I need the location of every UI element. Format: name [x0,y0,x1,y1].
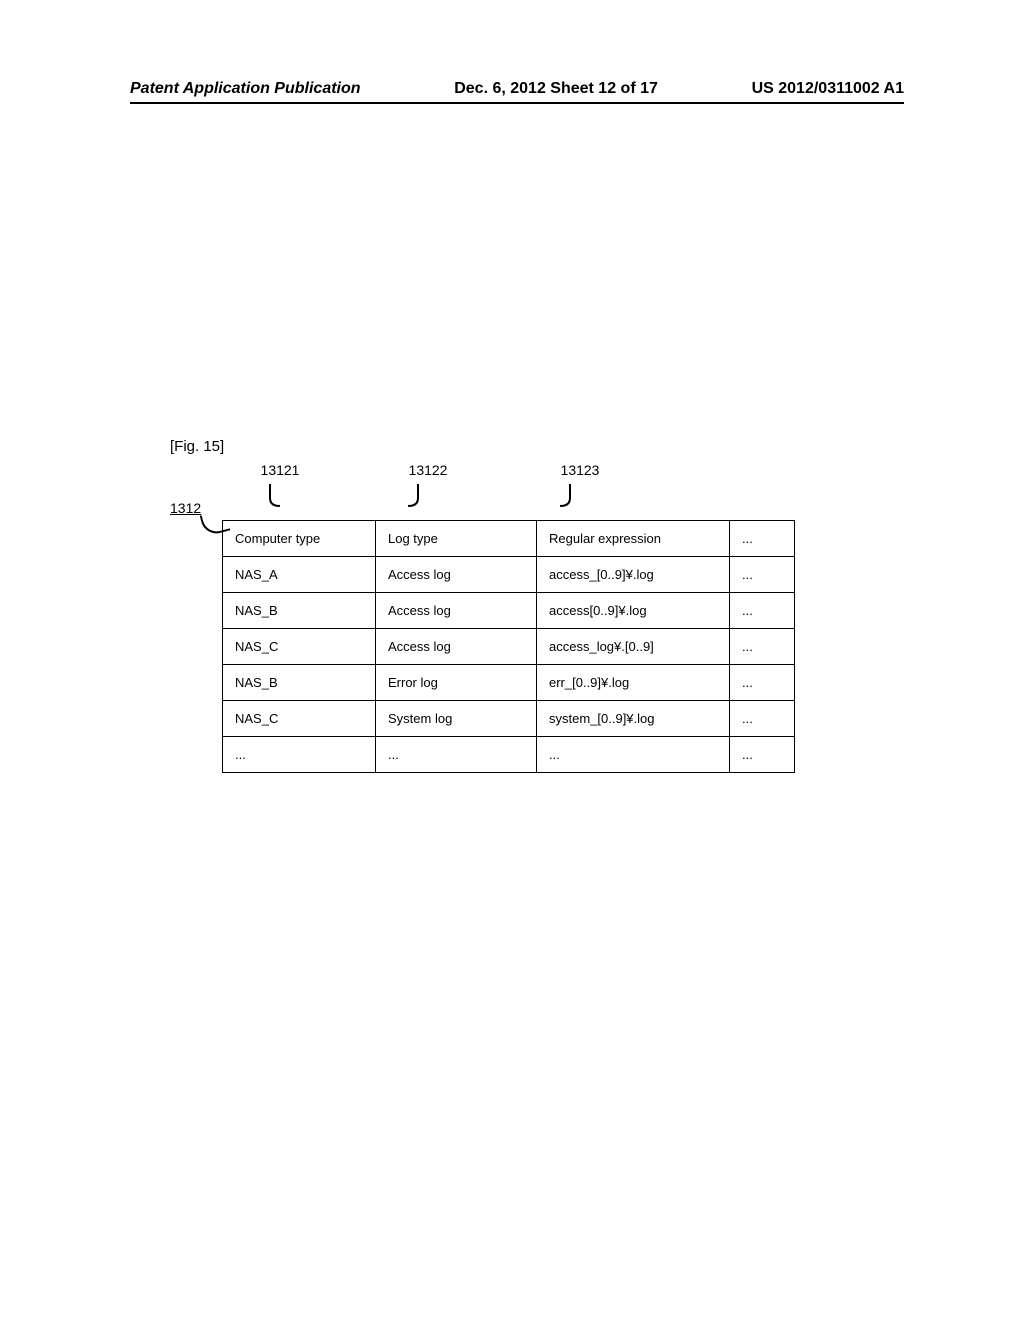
column-reference-3: 13123 [540,462,620,478]
leader-hook-icon [256,482,284,510]
column-reference-1: 13121 [240,462,320,478]
table-cell: NAS_B [223,593,376,629]
table-cell: NAS_B [223,665,376,701]
figure-label: [Fig. 15] [170,438,224,455]
table-row: NAS_C Access log access_log¥.[0..9] ... [223,629,795,665]
table-cell: Error log [376,665,537,701]
table-cell: ... [730,701,795,737]
table-cell: ... [376,737,537,773]
log-type-table: Computer type Log type Regular expressio… [222,520,795,773]
table-row: NAS_C System log system_[0..9]¥.log ... [223,701,795,737]
table-reference-number: 1312 [170,500,201,516]
table-row: NAS_A Access log access_[0..9]¥.log ... [223,557,795,593]
table-cell: ... [730,629,795,665]
table-header: ... [730,521,795,557]
table-cell: ... [730,665,795,701]
table-cell: Access log [376,557,537,593]
table-row: NAS_B Error log err_[0..9]¥.log ... [223,665,795,701]
column-reference-2: 13122 [388,462,468,478]
leader-hook-icon [556,482,584,510]
table-cell: access_[0..9]¥.log [537,557,730,593]
table-cell: Access log [376,593,537,629]
table-header-row: Computer type Log type Regular expressio… [223,521,795,557]
table-cell: NAS_C [223,701,376,737]
table-cell: access[0..9]¥.log [537,593,730,629]
table-cell: ... [730,593,795,629]
table-cell: ... [730,737,795,773]
table-header: Regular expression [537,521,730,557]
table-cell: ... [223,737,376,773]
header-center: Dec. 6, 2012 Sheet 12 of 17 [454,80,658,98]
table-cell: System log [376,701,537,737]
page-header: Patent Application Publication Dec. 6, 2… [130,80,904,104]
header-right: US 2012/0311002 A1 [752,80,904,98]
table-cell: Access log [376,629,537,665]
table-cell: ... [537,737,730,773]
table-cell: access_log¥.[0..9] [537,629,730,665]
table-row: NAS_B Access log access[0..9]¥.log ... [223,593,795,629]
table-header: Computer type [223,521,376,557]
table-row: ... ... ... ... [223,737,795,773]
header-left: Patent Application Publication [130,80,361,98]
table-cell: NAS_C [223,629,376,665]
leader-hook-icon [404,482,432,510]
table-header: Log type [376,521,537,557]
table-cell: system_[0..9]¥.log [537,701,730,737]
table-cell: NAS_A [223,557,376,593]
table-cell: ... [730,557,795,593]
table-cell: err_[0..9]¥.log [537,665,730,701]
